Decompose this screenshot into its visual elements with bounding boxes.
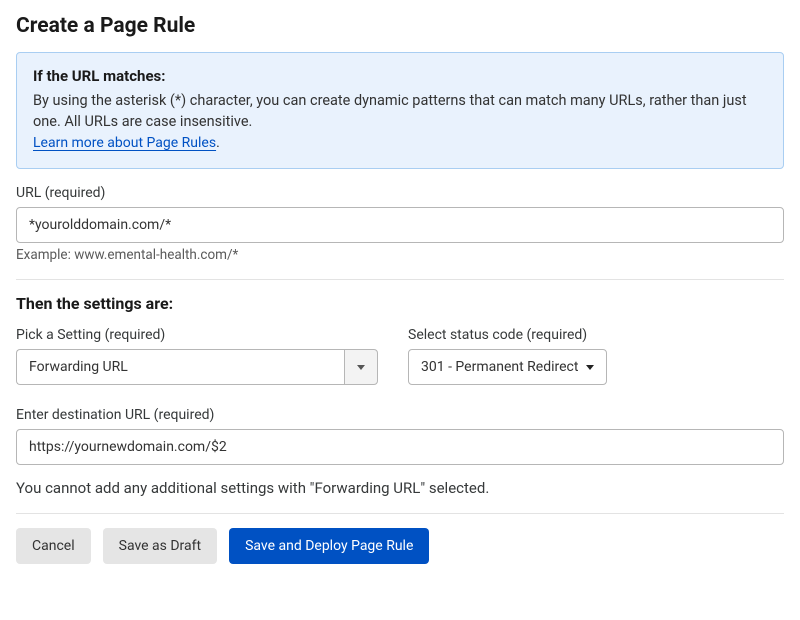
caret-down-icon: [586, 365, 594, 370]
cancel-button[interactable]: Cancel: [16, 528, 91, 564]
info-text: By using the asterisk (*) character, you…: [33, 90, 767, 134]
status-code-select[interactable]: 301 - Permanent Redirect: [408, 349, 607, 385]
status-value: 301 - Permanent Redirect: [421, 359, 578, 375]
destination-input[interactable]: [16, 429, 784, 465]
caret-down-icon: [357, 365, 365, 370]
destination-label: Enter destination URL (required): [16, 407, 784, 423]
page-title: Create a Page Rule: [16, 14, 784, 38]
setting-label: Pick a Setting (required): [16, 327, 378, 343]
divider: [16, 513, 784, 514]
setting-select[interactable]: Forwarding URL: [16, 349, 378, 385]
save-draft-button[interactable]: Save as Draft: [103, 528, 217, 564]
settings-note: You cannot add any additional settings w…: [16, 479, 784, 497]
setting-value: Forwarding URL: [16, 349, 344, 385]
info-link-suffix: .: [216, 135, 220, 151]
settings-heading: Then the settings are:: [16, 294, 784, 313]
url-hint: Example: www.emental-health.com/*: [16, 247, 784, 263]
info-box: If the URL matches: By using the asteris…: [16, 52, 784, 169]
button-row: Cancel Save as Draft Save and Deploy Pag…: [16, 528, 784, 564]
divider: [16, 279, 784, 280]
url-input[interactable]: [16, 207, 784, 243]
info-heading: If the URL matches:: [33, 65, 767, 88]
url-label: URL (required): [16, 185, 784, 201]
learn-more-link[interactable]: Learn more about Page Rules: [33, 135, 216, 151]
save-deploy-button[interactable]: Save and Deploy Page Rule: [229, 528, 429, 564]
status-label: Select status code (required): [408, 327, 607, 343]
setting-dropdown-button[interactable]: [344, 349, 378, 385]
